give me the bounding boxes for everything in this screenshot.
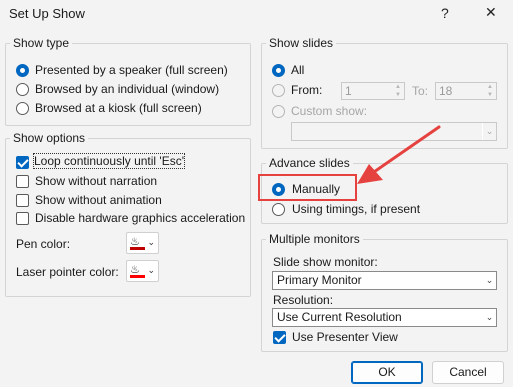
to-slide-value: 18: [439, 84, 453, 98]
pen-color-label: Pen color:: [16, 237, 71, 251]
multiple-monitors-legend: Multiple monitors: [269, 232, 360, 246]
label-custom-show: Custom show:: [291, 104, 368, 118]
label-to: To:: [412, 84, 429, 98]
slide-show-monitor-value: Primary Monitor: [277, 273, 362, 287]
chevron-down-icon: ⌄: [147, 265, 155, 275]
checkbox-without-narration[interactable]: [16, 175, 29, 188]
to-slide-spinner[interactable]: 18 ▲ ▼: [435, 82, 497, 100]
chevron-down-icon: ⌄: [482, 123, 496, 140]
laser-color-swatch: [130, 275, 145, 278]
checkbox-without-animation[interactable]: [16, 194, 29, 207]
label-loop-continuously[interactable]: Loop continuously until 'Esc': [32, 153, 186, 169]
show-type-legend: Show type: [13, 36, 70, 50]
label-use-presenter-view[interactable]: Use Presenter View: [292, 330, 398, 344]
chevron-down-icon: ⌄: [482, 272, 496, 289]
resolution-label: Resolution:: [273, 293, 334, 307]
label-disable-hw-acceleration[interactable]: Disable hardware graphics acceleration: [35, 211, 245, 225]
resolution-select[interactable]: Use Current Resolution ⌄: [272, 308, 497, 327]
dialog-title: Set Up Show: [9, 6, 85, 21]
laser-color-button[interactable]: ♨ ⌄: [126, 260, 159, 282]
help-button[interactable]: ?: [441, 5, 449, 21]
set-up-show-dialog: Set Up Show ? ✕ Show type Presented by a…: [0, 0, 513, 387]
close-button[interactable]: ✕: [485, 4, 497, 21]
radio-using-timings[interactable]: [272, 203, 285, 216]
laser-pointer-color-label: Laser pointer color:: [16, 265, 119, 279]
checkbox-loop-continuously[interactable]: [16, 156, 29, 169]
ok-button[interactable]: OK: [351, 361, 423, 384]
from-slide-spinner[interactable]: 1 ▲ ▼: [341, 82, 405, 100]
checkbox-disable-hw-acceleration[interactable]: [16, 212, 29, 225]
slide-show-monitor-label: Slide show monitor:: [273, 255, 378, 269]
label-using-timings[interactable]: Using timings, if present: [292, 202, 420, 216]
label-manually[interactable]: Manually: [292, 182, 340, 196]
pen-color-swatch: [130, 247, 145, 250]
close-icon: ✕: [485, 4, 497, 20]
label-presented-by-speaker[interactable]: Presented by a speaker (full screen): [35, 63, 228, 77]
chevron-down-icon: ⌄: [482, 309, 496, 326]
slide-show-monitor-select[interactable]: Primary Monitor ⌄: [272, 271, 497, 290]
from-slide-value: 1: [345, 84, 352, 98]
radio-browsed-at-kiosk[interactable]: [16, 102, 29, 115]
radio-browsed-by-individual[interactable]: [16, 83, 29, 96]
radio-manually[interactable]: [272, 183, 285, 196]
help-icon: ?: [441, 5, 449, 21]
spinner-arrows-icon: ▲ ▼: [487, 84, 493, 98]
radio-custom-show[interactable]: [272, 105, 285, 118]
resolution-value: Use Current Resolution: [277, 310, 402, 324]
label-all-slides[interactable]: All: [291, 63, 304, 77]
show-slides-legend: Show slides: [269, 36, 334, 50]
radio-presented-by-speaker[interactable]: [16, 64, 29, 77]
advance-slides-legend: Advance slides: [269, 156, 350, 170]
label-from: From:: [291, 83, 323, 97]
spinner-arrows-icon: ▲ ▼: [395, 84, 401, 98]
label-browsed-by-individual[interactable]: Browsed by an individual (window): [35, 82, 219, 96]
radio-from-slides[interactable]: [272, 84, 285, 97]
chevron-down-icon: ⌄: [147, 237, 155, 247]
label-browsed-at-kiosk[interactable]: Browsed at a kiosk (full screen): [35, 101, 202, 115]
checkbox-use-presenter-view[interactable]: [273, 331, 286, 344]
label-without-animation[interactable]: Show without animation: [35, 193, 162, 207]
cancel-button[interactable]: Cancel: [432, 361, 504, 384]
annotation-arrow: [357, 125, 441, 184]
label-without-narration[interactable]: Show without narration: [35, 174, 157, 188]
pen-color-button[interactable]: ♨ ⌄: [126, 232, 159, 254]
show-options-legend: Show options: [13, 131, 86, 145]
radio-all-slides[interactable]: [272, 64, 285, 77]
